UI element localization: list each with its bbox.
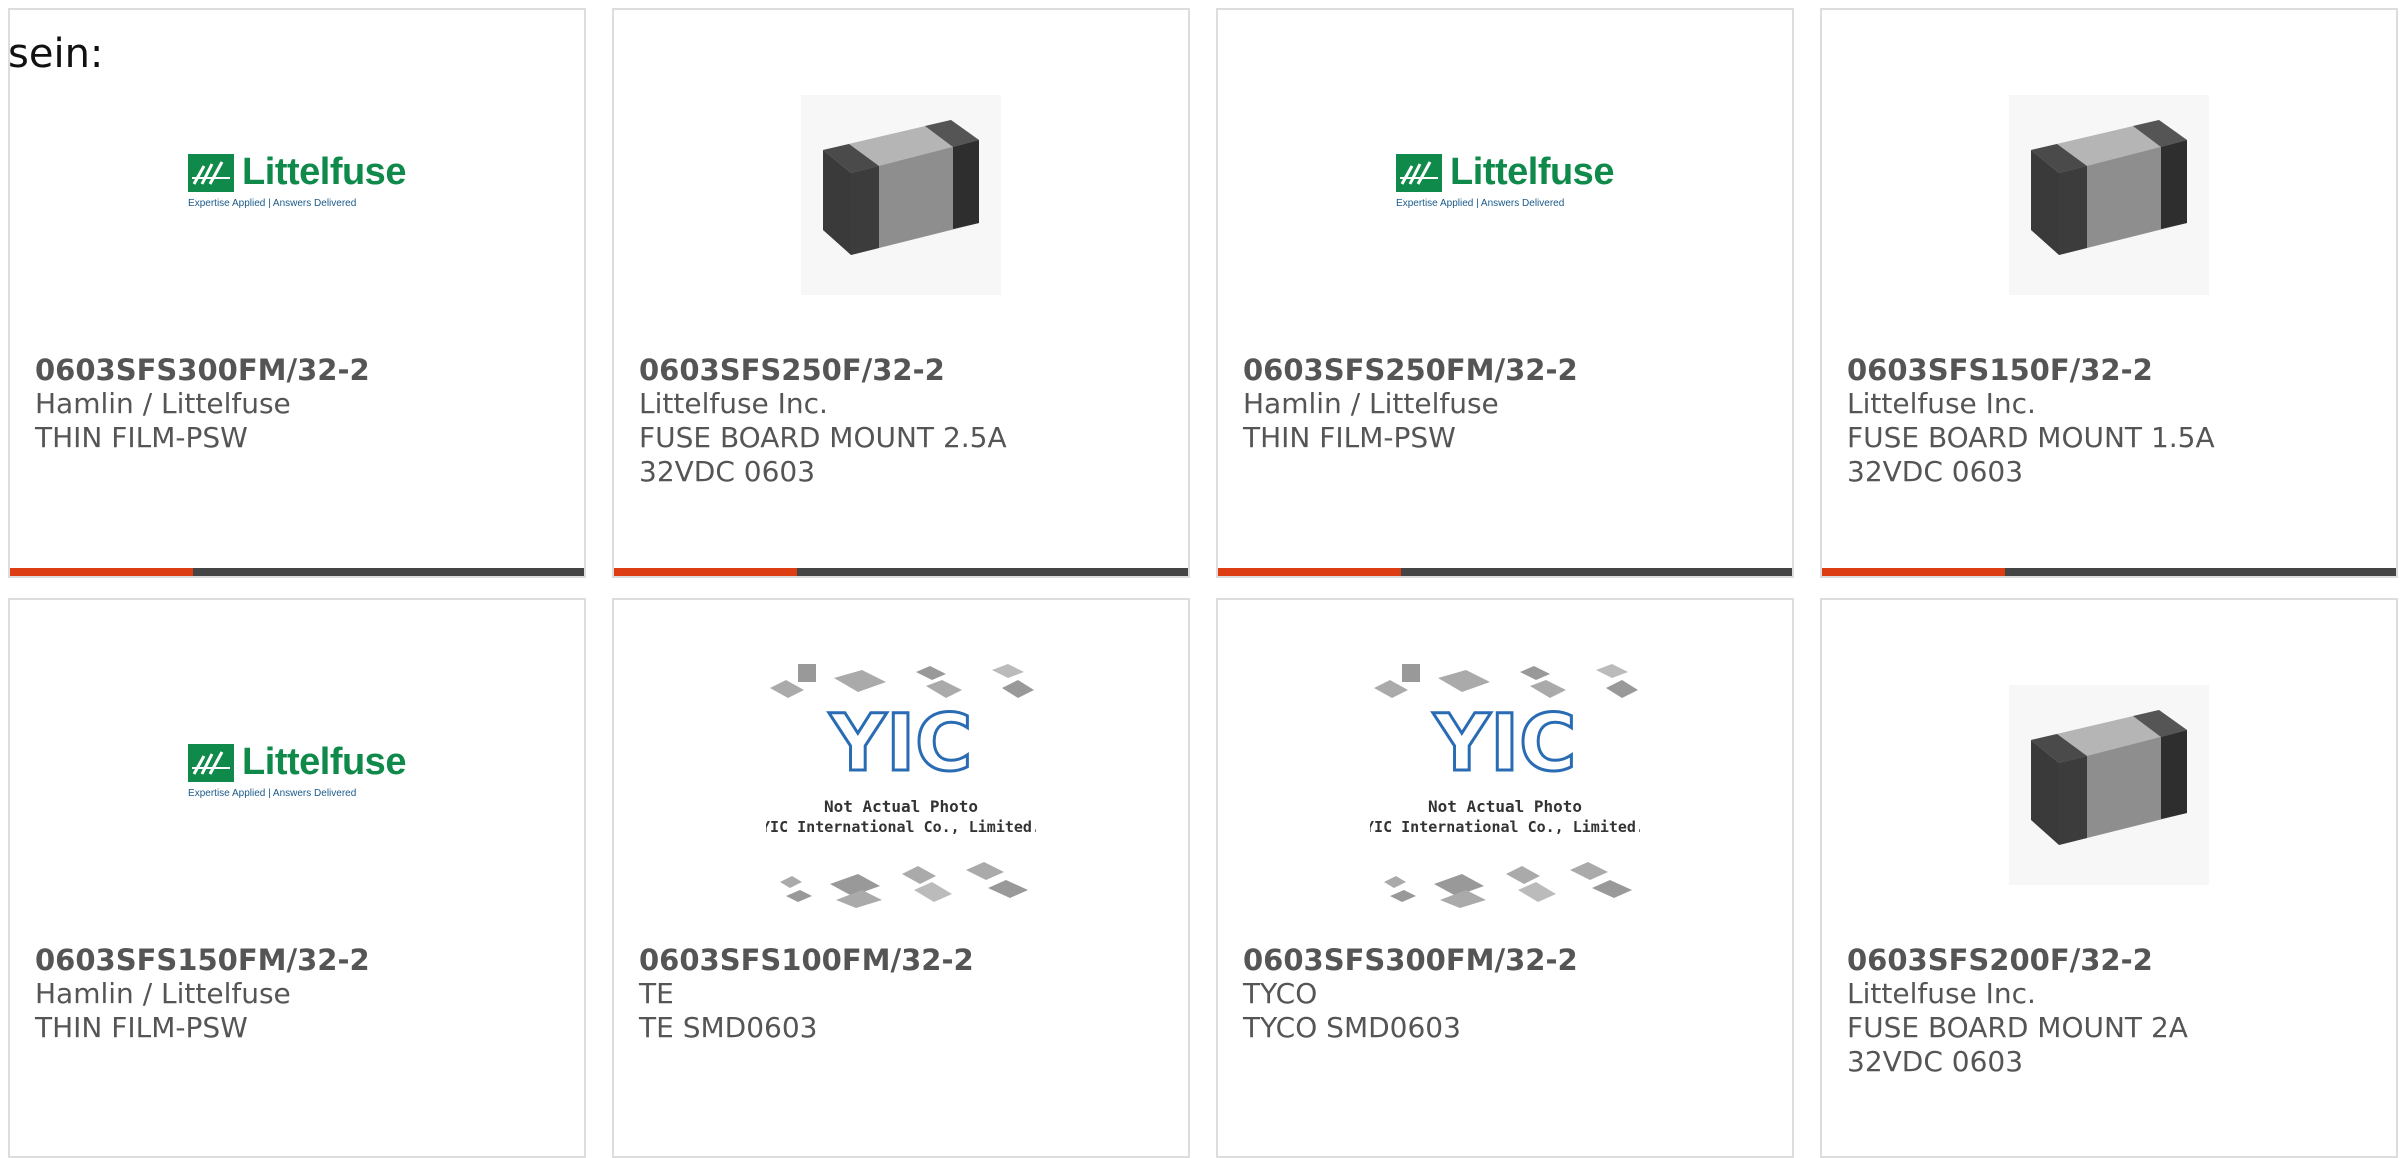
product-card[interactable]: 0603SFS250F/32-2 Littelfuse Inc. FUSE BOAR… xyxy=(612,8,1190,578)
littelfuse-logo: Littelfuse Expertise Applied | Answers De… xyxy=(1396,151,1614,209)
part-number-link[interactable]: 0603SFS100FM/32-2 xyxy=(639,943,1163,977)
logo-tagline: Expertise Applied | Answers Delivered xyxy=(188,788,357,799)
manufacturer: TYCO xyxy=(1243,977,1318,1010)
logo-wordmark: Littelfuse xyxy=(242,741,406,783)
product-card[interactable]: 0603SFS200F/32-2 Littelfuse Inc. FUSE BOAR… xyxy=(1820,598,2398,1158)
logo-tagline: Expertise Applied | Answers Delivered xyxy=(188,198,357,209)
description: THIN FILM-PSW xyxy=(1243,421,1456,454)
product-image[interactable]: YIC Not Actual Photo YIC International Co.… xyxy=(614,660,1188,910)
description: THIN FILM-PSW xyxy=(35,421,248,454)
chip-fuse-photo xyxy=(2009,685,2209,885)
part-number-link[interactable]: 0603SFS300FM/32-2 xyxy=(35,353,559,387)
yic-line-1: Not Actual Photo xyxy=(1428,797,1582,816)
product-image[interactable] xyxy=(1822,70,2396,320)
product-info: 0603SFS150F/32-2 Littelfuse Inc. FUSE BOAR… xyxy=(1847,353,2371,489)
product-image[interactable]: YIC Not Actual Photo YIC International Co.… xyxy=(1218,660,1792,910)
card-accent-bar xyxy=(1822,568,2005,576)
yic-line-2: YIC International Co., Limited. xyxy=(1370,818,1640,836)
product-info: 0603SFS250F/32-2 Littelfuse Inc. FUSE BOAR… xyxy=(639,353,1163,489)
part-number-link[interactable]: 0603SFS150FM/32-2 xyxy=(35,943,559,977)
product-card[interactable]: YIC Not Actual Photo YIC International Co.… xyxy=(1216,598,1794,1158)
product-card[interactable]: Littelfuse Expertise Applied | Answers De… xyxy=(8,598,586,1158)
description: TYCO SMD0603 xyxy=(1243,1011,1461,1044)
product-image[interactable] xyxy=(614,70,1188,320)
card-bottom-bar xyxy=(614,568,1188,576)
description: FUSE BOARD MOUNT 2.5A 32VDC 0603 xyxy=(639,421,1007,488)
product-card[interactable]: 0603SFS150F/32-2 Littelfuse Inc. FUSE BOAR… xyxy=(1820,8,2398,578)
product-info: 0603SFS250FM/32-2 Hamlin / Littelfuse THIN… xyxy=(1243,353,1767,455)
card-accent-bar xyxy=(614,568,797,576)
card-bottom-bar xyxy=(10,568,584,576)
description: TE SMD0603 xyxy=(639,1011,818,1044)
intro-text: sein: xyxy=(8,31,104,77)
description: FUSE BOARD MOUNT 1.5A 32VDC 0603 xyxy=(1847,421,2215,488)
littelfuse-mark-icon xyxy=(1396,153,1443,192)
yic-placeholder-image: YIC Not Actual Photo YIC International Co.… xyxy=(766,664,1036,908)
product-info: 0603SFS150FM/32-2 Hamlin / Littelfuse THIN… xyxy=(35,943,559,1045)
manufacturer: TE xyxy=(639,977,674,1010)
yic-monogram: YIC xyxy=(829,699,973,789)
part-number-link[interactable]: 0603SFS150F/32-2 xyxy=(1847,353,2371,387)
card-accent-bar xyxy=(10,568,193,576)
product-card[interactable]: Littelfuse Expertise Applied | Answers De… xyxy=(1216,8,1794,578)
card-accent-bar xyxy=(1218,568,1401,576)
product-info: 0603SFS100FM/32-2 TE TE SMD0603 xyxy=(639,943,1163,1045)
yic-placeholder-image: YIC Not Actual Photo YIC International Co.… xyxy=(1370,664,1640,908)
yic-line-2: YIC International Co., Limited. xyxy=(766,818,1036,836)
littelfuse-mark-icon xyxy=(188,153,235,192)
product-image[interactable] xyxy=(1822,660,2396,910)
chip-fuse-photo xyxy=(801,95,1001,295)
card-bottom-bar xyxy=(1218,568,1792,576)
yic-line-1: Not Actual Photo xyxy=(824,797,978,816)
product-card[interactable]: YIC Not Actual Photo YIC International Co.… xyxy=(612,598,1190,1158)
product-info: 0603SFS200F/32-2 Littelfuse Inc. FUSE BOAR… xyxy=(1847,943,2371,1079)
part-number-link[interactable]: 0603SFS200F/32-2 xyxy=(1847,943,2371,977)
product-image[interactable]: Littelfuse Expertise Applied | Answers De… xyxy=(10,660,584,910)
manufacturer: Hamlin / Littelfuse xyxy=(35,977,291,1010)
manufacturer: Littelfuse Inc. xyxy=(1847,977,2036,1010)
part-number-link[interactable]: 0603SFS250FM/32-2 xyxy=(1243,353,1767,387)
part-number-link[interactable]: 0603SFS300FM/32-2 xyxy=(1243,943,1767,977)
chip-fuse-photo xyxy=(2009,95,2209,295)
manufacturer: Hamlin / Littelfuse xyxy=(35,387,291,420)
manufacturer: Littelfuse Inc. xyxy=(1847,387,2036,420)
product-info: 0603SFS300FM/32-2 TYCO TYCO SMD0603 xyxy=(1243,943,1767,1045)
littelfuse-mark-icon xyxy=(188,743,235,782)
product-info: 0603SFS300FM/32-2 Hamlin / Littelfuse THIN… xyxy=(35,353,559,455)
littelfuse-logo: Littelfuse Expertise Applied | Answers De… xyxy=(188,741,406,799)
card-bottom-bar xyxy=(1822,568,2396,576)
manufacturer: Hamlin / Littelfuse xyxy=(1243,387,1499,420)
description: FUSE BOARD MOUNT 2A 32VDC 0603 xyxy=(1847,1011,2188,1078)
logo-tagline: Expertise Applied | Answers Delivered xyxy=(1396,198,1565,209)
product-image[interactable]: Littelfuse Expertise Applied | Answers De… xyxy=(1218,70,1792,320)
yic-monogram: YIC xyxy=(1433,699,1577,789)
logo-wordmark: Littelfuse xyxy=(1450,151,1614,193)
product-image[interactable]: Littelfuse Expertise Applied | Answers De… xyxy=(10,70,584,320)
littelfuse-logo: Littelfuse Expertise Applied | Answers De… xyxy=(188,151,406,209)
logo-wordmark: Littelfuse xyxy=(242,151,406,193)
description: THIN FILM-PSW xyxy=(35,1011,248,1044)
manufacturer: Littelfuse Inc. xyxy=(639,387,828,420)
part-number-link[interactable]: 0603SFS250F/32-2 xyxy=(639,353,1163,387)
product-card[interactable]: Littelfuse Expertise Applied | Answers De… xyxy=(8,8,586,578)
